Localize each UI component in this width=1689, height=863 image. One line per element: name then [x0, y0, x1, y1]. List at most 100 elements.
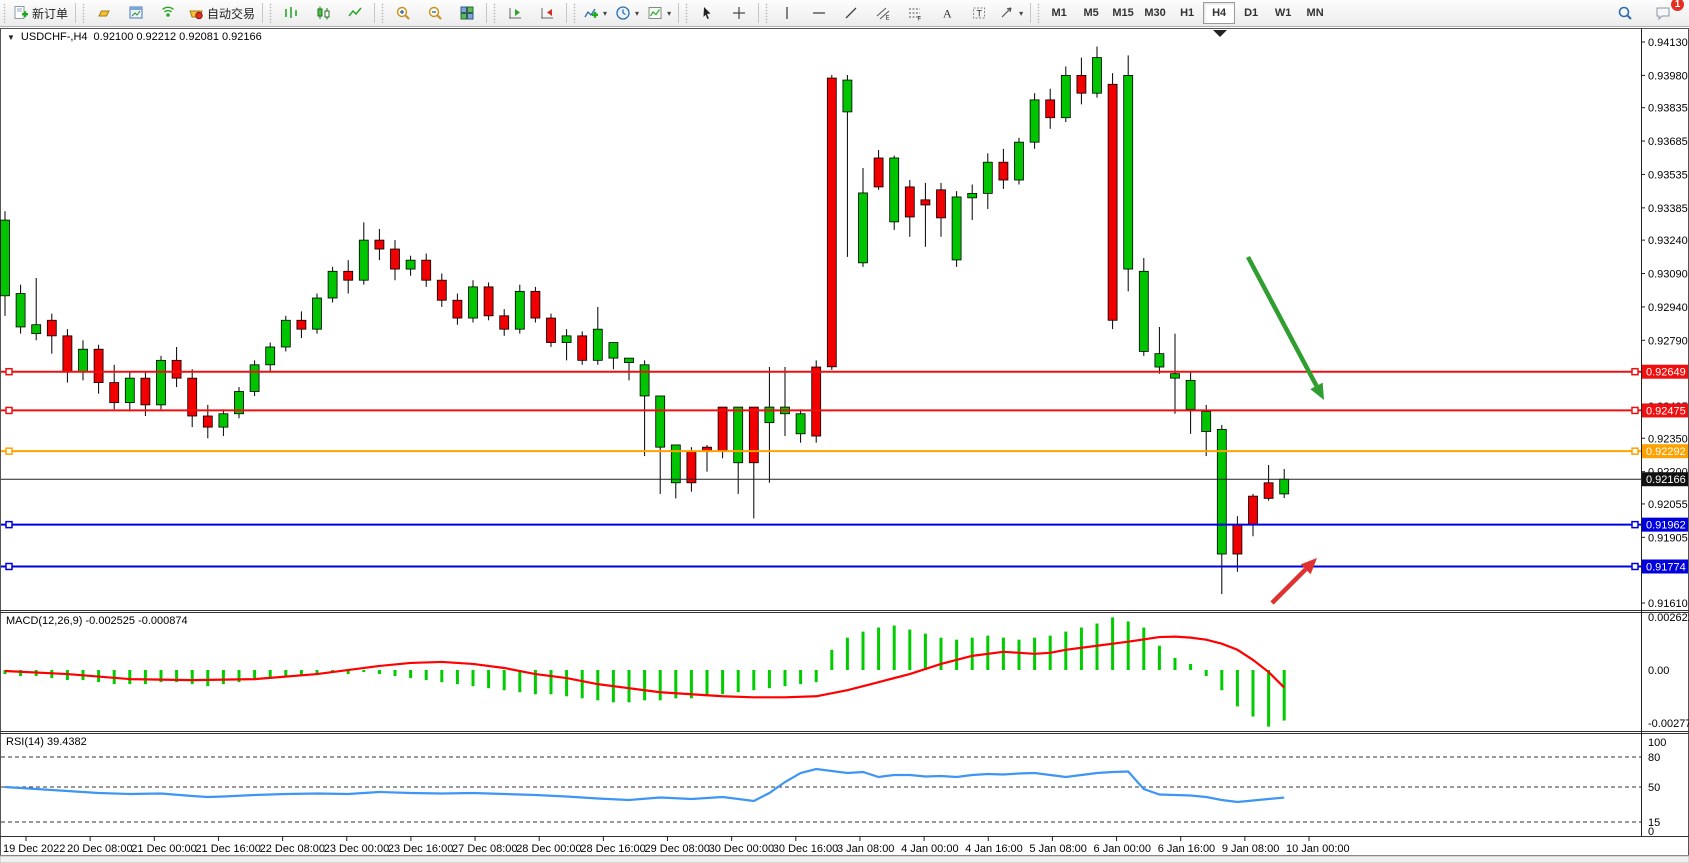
trendline-button[interactable]	[835, 1, 867, 25]
shapes-button[interactable]: ▾	[995, 1, 1027, 25]
chart-window[interactable]: 0.941300.939800.938350.936850.935350.933…	[0, 27, 1689, 863]
macd-name: MACD(12,26,9)	[6, 615, 82, 627]
new-order-icon	[13, 5, 29, 21]
candle	[515, 285, 524, 334]
cursor-icon	[699, 5, 715, 21]
hline-icon	[811, 5, 827, 21]
price-axis-label: 0.92055	[1648, 499, 1688, 511]
gold-bar-button[interactable]	[88, 1, 120, 25]
price-axis-label: 0.93090	[1648, 269, 1688, 281]
autotrade-button-label: 自动交易	[207, 5, 255, 22]
templates-button[interactable]: ▾	[643, 1, 675, 25]
rsi-axis-label: 80	[1648, 752, 1660, 764]
cursor-button[interactable]	[691, 1, 723, 25]
toolbar-grip[interactable]	[2, 3, 7, 23]
candle	[890, 156, 899, 230]
text-button[interactable]: A	[931, 1, 963, 25]
price-axis-label: 0.93835	[1648, 103, 1688, 115]
candle	[1015, 138, 1024, 185]
timeframe-m1-button[interactable]: M1	[1043, 2, 1075, 24]
shapes-icon	[999, 5, 1015, 21]
candle	[484, 282, 493, 320]
vline-button[interactable]	[771, 1, 803, 25]
timeframe-m30-button[interactable]: M30	[1139, 2, 1171, 24]
zoom-in-button[interactable]	[387, 1, 419, 25]
toolbar-grip[interactable]	[380, 3, 385, 23]
toolbar-separator	[1030, 3, 1031, 23]
timeframe-mn-button[interactable]: MN	[1299, 2, 1331, 24]
toolbar-separator	[566, 3, 567, 23]
svg-text:0.92475: 0.92475	[1646, 405, 1686, 417]
timeframe-h4-button[interactable]: H4	[1203, 2, 1235, 24]
templates-icon	[647, 5, 663, 21]
toolbar-grip[interactable]	[1036, 3, 1041, 23]
tile-windows-button[interactable]	[451, 1, 483, 25]
toolbar-grip[interactable]	[572, 3, 577, 23]
new-order-button[interactable]: 新订单	[9, 1, 72, 25]
timeframe-d1-button[interactable]: D1	[1235, 2, 1267, 24]
price-tag: 0.92649	[1642, 365, 1688, 379]
toolbar-grip[interactable]	[81, 3, 86, 23]
price-tag: 0.92166	[1642, 472, 1688, 486]
trendline-icon	[843, 5, 859, 21]
indicators-button[interactable]: ▾	[579, 1, 611, 25]
time-axis-label: 10 Jan 00:00	[1286, 843, 1350, 855]
search-button[interactable]	[1609, 1, 1641, 25]
time-axis-label: 6 Jan 00:00	[1094, 843, 1152, 855]
toolbar-grip[interactable]	[764, 3, 769, 23]
auto-scroll-button[interactable]	[531, 1, 563, 25]
timeframe-m15-button[interactable]: M15	[1107, 2, 1139, 24]
price-axis-label: 0.92790	[1648, 335, 1688, 347]
price-tag: 0.91962	[1642, 518, 1688, 532]
hline-button[interactable]	[803, 1, 835, 25]
chart-shift-button[interactable]	[499, 1, 531, 25]
vline-icon	[779, 5, 795, 21]
timeframe-h1-button[interactable]: H1	[1171, 2, 1203, 24]
candle-chart-button[interactable]	[307, 1, 339, 25]
chart-background	[0, 28, 1689, 863]
rsi-indicator-label: RSI(14) 39.4382	[6, 736, 87, 748]
status-strip	[0, 856, 1689, 863]
fibonacci-button[interactable]: F	[899, 1, 931, 25]
chart-window-button[interactable]	[120, 1, 152, 25]
zoom-out-button[interactable]	[419, 1, 451, 25]
rsi-name: RSI(14)	[6, 736, 44, 748]
svg-text:0.92292: 0.92292	[1646, 446, 1686, 458]
toolbar-grip[interactable]	[268, 3, 273, 23]
autotrade-icon	[188, 5, 204, 21]
time-axis-label: 20 Dec 08:00	[67, 843, 132, 855]
autotrade-button[interactable]: 自动交易	[184, 1, 259, 25]
macd-axis-label: 0.00	[1648, 665, 1669, 677]
time-axis-label: 3 Jan 08:00	[837, 843, 895, 855]
zoom-in-icon	[395, 5, 411, 21]
price-axis-label: 0.93385	[1648, 203, 1688, 215]
signals-button[interactable]	[152, 1, 184, 25]
price-axis-label: 0.91610	[1648, 598, 1688, 610]
crosshair-button[interactable]	[723, 1, 755, 25]
periods-button[interactable]: ▾	[611, 1, 643, 25]
time-axis-label: 21 Dec 00:00	[131, 843, 196, 855]
bar-chart-button[interactable]	[275, 1, 307, 25]
price-tag: 0.92475	[1642, 403, 1688, 417]
line-chart-button[interactable]	[339, 1, 371, 25]
macd-indicator-label: MACD(12,26,9) -0.002525 -0.000874	[6, 615, 188, 627]
candle	[1030, 93, 1039, 149]
zoom-out-icon	[427, 5, 443, 21]
svg-text:0.92649: 0.92649	[1646, 367, 1686, 379]
macd-values: -0.002525 -0.000874	[85, 615, 187, 627]
text-label-button[interactable]: T	[963, 1, 995, 25]
bar-chart-icon	[283, 5, 299, 21]
indicators-icon	[583, 5, 599, 21]
periods-icon	[615, 5, 631, 21]
channel-button[interactable]: E	[867, 1, 899, 25]
chart-dropdown-icon[interactable]: ▼	[7, 33, 15, 42]
main-toolbar: 新订单自动交易▾▾▾EFAT▾M1M5M15M30H1H4D1W1MN1	[0, 0, 1689, 27]
toolbar-grip[interactable]	[492, 3, 497, 23]
timeframe-w1-button[interactable]: W1	[1267, 2, 1299, 24]
notifications-button[interactable]: 1	[1647, 1, 1679, 25]
time-axis-label: 21 Dec 16:00	[195, 843, 260, 855]
chart-canvas[interactable]: 0.941300.939800.938350.936850.935350.933…	[0, 27, 1689, 863]
toolbar-grip[interactable]	[684, 3, 689, 23]
timeframe-m5-button[interactable]: M5	[1075, 2, 1107, 24]
crosshair-icon	[731, 5, 747, 21]
